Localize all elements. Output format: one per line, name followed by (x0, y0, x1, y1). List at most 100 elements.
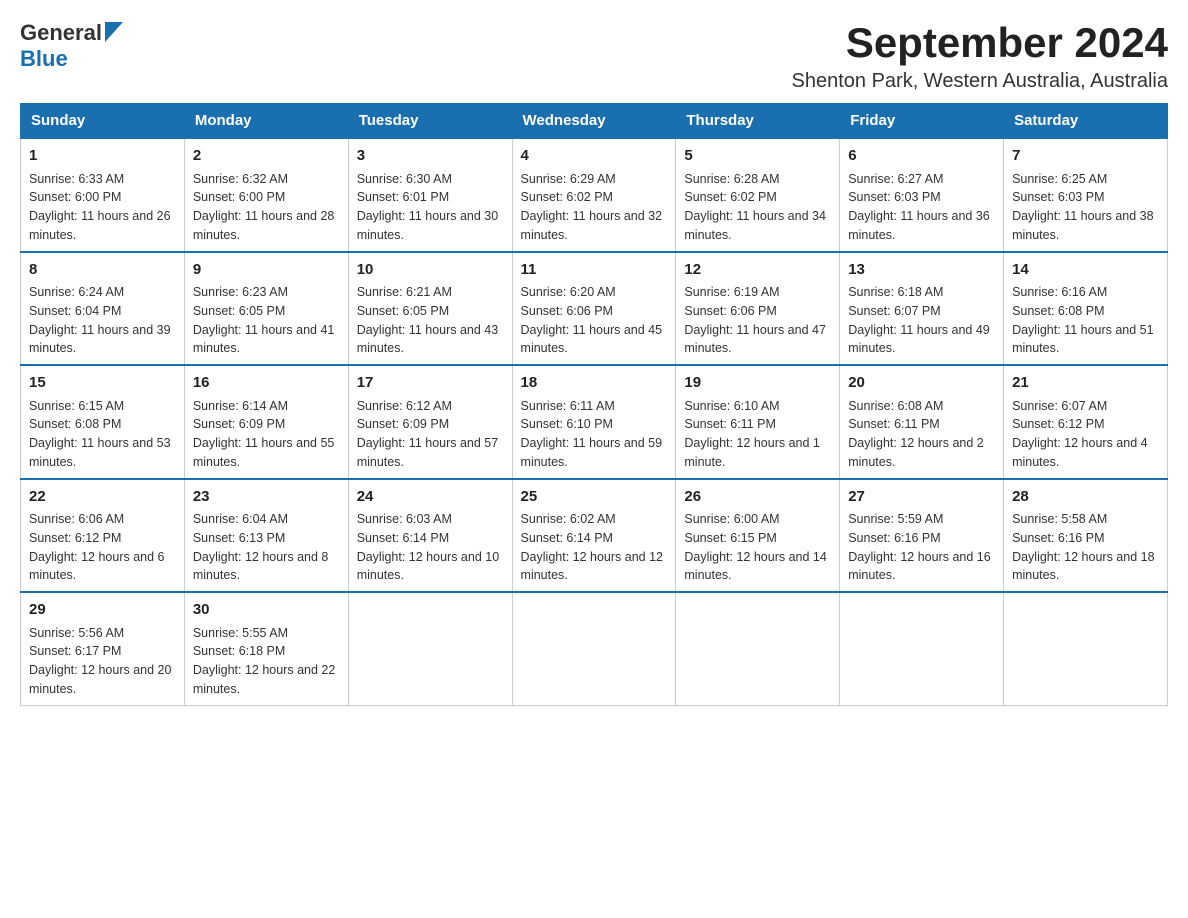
header-wednesday: Wednesday (512, 104, 676, 139)
calendar-cell: 5 Sunrise: 6:28 AM Sunset: 6:02 PM Dayli… (676, 138, 840, 252)
daylight-label: Daylight: 11 hours and 30 minutes. (357, 209, 499, 242)
daylight-label: Daylight: 11 hours and 28 minutes. (193, 209, 335, 242)
daylight-label: Daylight: 12 hours and 22 minutes. (193, 663, 335, 696)
calendar-cell: 29 Sunrise: 5:56 AM Sunset: 6:17 PM Dayl… (21, 592, 185, 705)
day-number: 7 (1012, 145, 1159, 168)
day-number: 30 (193, 599, 340, 622)
day-number: 28 (1012, 486, 1159, 509)
calendar-cell: 15 Sunrise: 6:15 AM Sunset: 6:08 PM Dayl… (21, 365, 185, 479)
sunrise-label: Sunrise: 6:06 AM (29, 512, 124, 526)
sunrise-label: Sunrise: 5:59 AM (848, 512, 943, 526)
header-friday: Friday (840, 104, 1004, 139)
sunrise-label: Sunrise: 6:32 AM (193, 172, 288, 186)
days-header-row: Sunday Monday Tuesday Wednesday Thursday… (21, 104, 1168, 139)
sunset-label: Sunset: 6:10 PM (521, 417, 613, 431)
sunset-label: Sunset: 6:12 PM (29, 531, 121, 545)
calendar-cell: 25 Sunrise: 6:02 AM Sunset: 6:14 PM Dayl… (512, 479, 676, 593)
sunrise-label: Sunrise: 6:33 AM (29, 172, 124, 186)
calendar-cell: 16 Sunrise: 6:14 AM Sunset: 6:09 PM Dayl… (184, 365, 348, 479)
day-number: 20 (848, 372, 995, 395)
sunset-label: Sunset: 6:08 PM (29, 417, 121, 431)
calendar-cell: 14 Sunrise: 6:16 AM Sunset: 6:08 PM Dayl… (1004, 252, 1168, 366)
calendar-cell: 23 Sunrise: 6:04 AM Sunset: 6:13 PM Dayl… (184, 479, 348, 593)
calendar-cell: 30 Sunrise: 5:55 AM Sunset: 6:18 PM Dayl… (184, 592, 348, 705)
calendar-cell (348, 592, 512, 705)
sunset-label: Sunset: 6:04 PM (29, 304, 121, 318)
sunrise-label: Sunrise: 6:28 AM (684, 172, 779, 186)
day-number: 29 (29, 599, 176, 622)
day-number: 9 (193, 259, 340, 282)
sunset-label: Sunset: 6:12 PM (1012, 417, 1104, 431)
daylight-label: Daylight: 11 hours and 32 minutes. (521, 209, 663, 242)
daylight-label: Daylight: 12 hours and 4 minutes. (1012, 436, 1148, 469)
calendar-cell: 3 Sunrise: 6:30 AM Sunset: 6:01 PM Dayli… (348, 138, 512, 252)
week-row-4: 22 Sunrise: 6:06 AM Sunset: 6:12 PM Dayl… (21, 479, 1168, 593)
sunset-label: Sunset: 6:16 PM (848, 531, 940, 545)
day-number: 25 (521, 486, 668, 509)
calendar-cell: 6 Sunrise: 6:27 AM Sunset: 6:03 PM Dayli… (840, 138, 1004, 252)
sunrise-label: Sunrise: 6:12 AM (357, 399, 452, 413)
sunrise-label: Sunrise: 5:56 AM (29, 626, 124, 640)
logo-blue-text: Blue (20, 46, 68, 71)
day-number: 18 (521, 372, 668, 395)
day-number: 21 (1012, 372, 1159, 395)
week-row-3: 15 Sunrise: 6:15 AM Sunset: 6:08 PM Dayl… (21, 365, 1168, 479)
day-number: 8 (29, 259, 176, 282)
sunset-label: Sunset: 6:18 PM (193, 644, 285, 658)
daylight-label: Daylight: 11 hours and 53 minutes. (29, 436, 171, 469)
week-row-1: 1 Sunrise: 6:33 AM Sunset: 6:00 PM Dayli… (21, 138, 1168, 252)
daylight-label: Daylight: 11 hours and 36 minutes. (848, 209, 990, 242)
daylight-label: Daylight: 12 hours and 16 minutes. (848, 550, 990, 583)
daylight-label: Daylight: 11 hours and 55 minutes. (193, 436, 335, 469)
day-number: 26 (684, 486, 831, 509)
sunrise-label: Sunrise: 6:04 AM (193, 512, 288, 526)
calendar-cell: 13 Sunrise: 6:18 AM Sunset: 6:07 PM Dayl… (840, 252, 1004, 366)
calendar-table: Sunday Monday Tuesday Wednesday Thursday… (20, 103, 1168, 706)
page-header: General Blue September 2024 Shenton Park… (20, 20, 1168, 93)
sunrise-label: Sunrise: 6:15 AM (29, 399, 124, 413)
day-number: 17 (357, 372, 504, 395)
sunset-label: Sunset: 6:06 PM (684, 304, 776, 318)
daylight-label: Daylight: 11 hours and 57 minutes. (357, 436, 499, 469)
calendar-cell: 21 Sunrise: 6:07 AM Sunset: 6:12 PM Dayl… (1004, 365, 1168, 479)
title-area: September 2024 Shenton Park, Western Aus… (792, 20, 1169, 93)
sunset-label: Sunset: 6:13 PM (193, 531, 285, 545)
calendar-cell: 18 Sunrise: 6:11 AM Sunset: 6:10 PM Dayl… (512, 365, 676, 479)
calendar-cell: 26 Sunrise: 6:00 AM Sunset: 6:15 PM Dayl… (676, 479, 840, 593)
calendar-cell (1004, 592, 1168, 705)
calendar-cell (676, 592, 840, 705)
sunset-label: Sunset: 6:00 PM (29, 190, 121, 204)
calendar-cell: 7 Sunrise: 6:25 AM Sunset: 6:03 PM Dayli… (1004, 138, 1168, 252)
daylight-label: Daylight: 11 hours and 39 minutes. (29, 323, 171, 356)
sunrise-label: Sunrise: 6:23 AM (193, 285, 288, 299)
daylight-label: Daylight: 11 hours and 59 minutes. (521, 436, 663, 469)
daylight-label: Daylight: 12 hours and 14 minutes. (684, 550, 826, 583)
calendar-cell: 22 Sunrise: 6:06 AM Sunset: 6:12 PM Dayl… (21, 479, 185, 593)
sunrise-label: Sunrise: 5:58 AM (1012, 512, 1107, 526)
calendar-cell: 10 Sunrise: 6:21 AM Sunset: 6:05 PM Dayl… (348, 252, 512, 366)
sunset-label: Sunset: 6:05 PM (357, 304, 449, 318)
calendar-cell: 28 Sunrise: 5:58 AM Sunset: 6:16 PM Dayl… (1004, 479, 1168, 593)
calendar-cell (840, 592, 1004, 705)
sunrise-label: Sunrise: 5:55 AM (193, 626, 288, 640)
day-number: 14 (1012, 259, 1159, 282)
daylight-label: Daylight: 11 hours and 45 minutes. (521, 323, 663, 356)
day-number: 27 (848, 486, 995, 509)
sunset-label: Sunset: 6:05 PM (193, 304, 285, 318)
calendar-cell: 19 Sunrise: 6:10 AM Sunset: 6:11 PM Dayl… (676, 365, 840, 479)
sunset-label: Sunset: 6:11 PM (684, 417, 776, 431)
daylight-label: Daylight: 11 hours and 38 minutes. (1012, 209, 1154, 242)
day-number: 4 (521, 145, 668, 168)
sunrise-label: Sunrise: 6:18 AM (848, 285, 943, 299)
calendar-cell: 9 Sunrise: 6:23 AM Sunset: 6:05 PM Dayli… (184, 252, 348, 366)
calendar-cell (512, 592, 676, 705)
sunset-label: Sunset: 6:09 PM (357, 417, 449, 431)
calendar-cell: 12 Sunrise: 6:19 AM Sunset: 6:06 PM Dayl… (676, 252, 840, 366)
day-number: 1 (29, 145, 176, 168)
sunset-label: Sunset: 6:16 PM (1012, 531, 1104, 545)
sunrise-label: Sunrise: 6:29 AM (521, 172, 616, 186)
day-number: 15 (29, 372, 176, 395)
sunrise-label: Sunrise: 6:10 AM (684, 399, 779, 413)
sunset-label: Sunset: 6:03 PM (848, 190, 940, 204)
sunrise-label: Sunrise: 6:30 AM (357, 172, 452, 186)
